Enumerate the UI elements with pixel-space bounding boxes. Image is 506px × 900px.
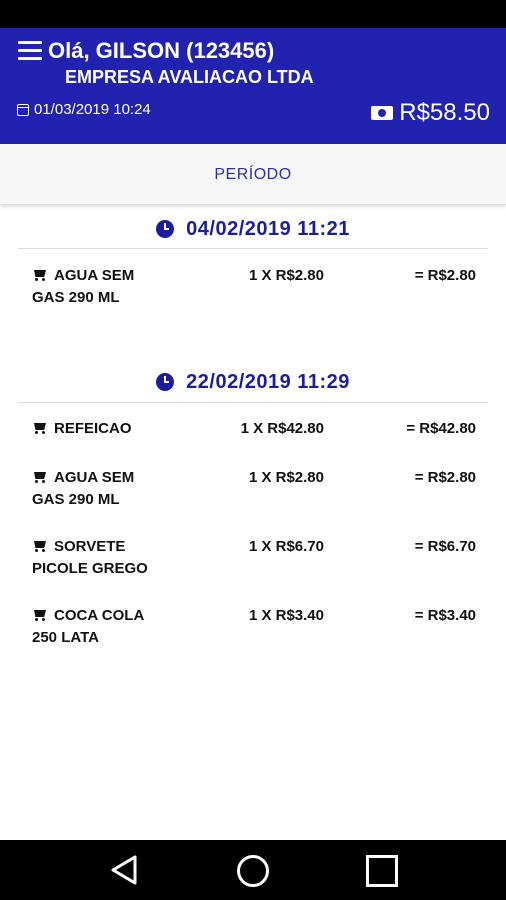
- item-name-line1: AGUA SEM: [54, 469, 135, 486]
- clock-icon: [156, 373, 175, 391]
- item-qty-price: 1 X R$3.40: [248, 607, 324, 624]
- item-total: = R$2.80: [414, 267, 476, 284]
- item-name: COCA COLA 250 LATA: [32, 605, 182, 649]
- back-icon[interactable]: [110, 855, 138, 885]
- item-total: = R$6.70: [414, 538, 476, 555]
- group-datetime: 04/02/2019 11:21: [186, 217, 350, 240]
- user-greeting: Olá, GILSON (123456): [48, 38, 275, 63]
- item-qty-price: 1 X R$6.70: [248, 538, 324, 555]
- item-qty-price: 1 X R$2.80: [248, 469, 324, 486]
- datetime-text: 01/03/2019 10:24: [34, 101, 151, 118]
- divider: [18, 248, 488, 249]
- app-header: Olá, GILSON (123456) EMPRESA AVALIACAO L…: [0, 28, 506, 144]
- item-total: = R$42.80: [406, 420, 476, 437]
- item-name-line1: REFEICAO: [54, 420, 132, 437]
- cart-icon: [32, 422, 48, 434]
- transactions-content: PERÍODO 04/02/2019 11:21 AGUA SEM GAS 29…: [0, 144, 506, 840]
- item-total: = R$3.40: [414, 607, 476, 624]
- item-name-line2: GAS 290 ML: [32, 491, 120, 508]
- balance-value: R$58.50: [399, 99, 490, 126]
- group-datetime: 22/02/2019 11:29: [186, 370, 350, 393]
- status-bar: [0, 0, 506, 28]
- cart-icon: [32, 471, 48, 483]
- company-name: EMPRESA AVALIACAO LTDA: [65, 67, 314, 87]
- divider: [18, 402, 488, 403]
- cart-icon: [32, 540, 48, 552]
- menu-icon[interactable]: [18, 41, 42, 61]
- money-icon: [371, 106, 394, 120]
- cart-icon: [32, 609, 48, 621]
- period-filter-button[interactable]: PERÍODO: [0, 144, 506, 205]
- group-header: 04/02/2019 11:21: [0, 213, 506, 245]
- item-name-line1: AGUA SEM: [54, 267, 135, 284]
- current-datetime: 01/03/2019 10:24: [17, 101, 151, 118]
- cart-icon: [32, 269, 48, 281]
- item-name-line1: SORVETE: [54, 538, 126, 555]
- home-icon[interactable]: [237, 855, 269, 887]
- item-name: REFEICAO: [32, 418, 182, 440]
- item-qty-price: 1 X R$2.80: [248, 267, 324, 284]
- item-name-line2: PICOLE GREGO: [32, 560, 148, 577]
- clock-icon: [156, 220, 175, 238]
- balance: R$58.50: [371, 99, 490, 127]
- item-name-line1: COCA COLA: [54, 607, 145, 624]
- item-total: = R$2.80: [414, 469, 476, 486]
- calendar-icon: [17, 103, 29, 116]
- system-nav-bar: [0, 840, 506, 900]
- recent-apps-icon[interactable]: [366, 855, 398, 887]
- group-header: 22/02/2019 11:29: [0, 366, 506, 398]
- item-name-line2: GAS 290 ML: [32, 289, 120, 306]
- item-name: AGUA SEM GAS 290 ML: [32, 467, 182, 511]
- item-name: AGUA SEM GAS 290 ML: [32, 265, 182, 309]
- item-qty-price: 1 X R$42.80: [240, 420, 324, 437]
- item-name-line2: 250 LATA: [32, 629, 99, 646]
- item-name: SORVETE PICOLE GREGO: [32, 536, 182, 580]
